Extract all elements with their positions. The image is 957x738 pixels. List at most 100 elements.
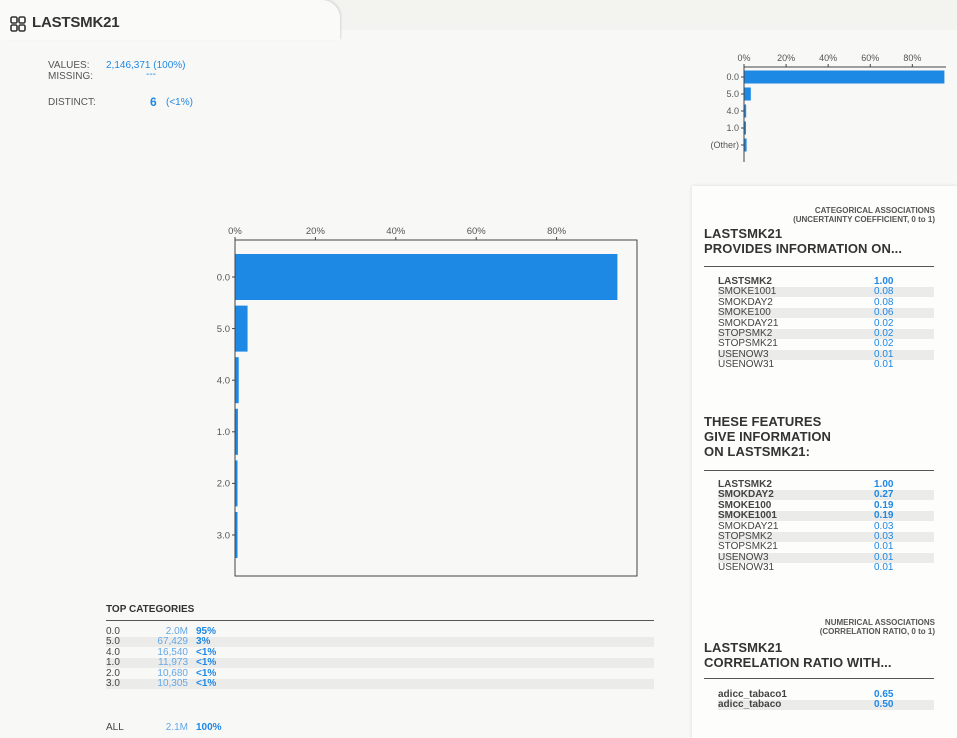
distinct-label: DISTINCT: xyxy=(48,97,96,108)
x-tick-label: 0% xyxy=(737,53,750,63)
x-tick-label: 0% xyxy=(228,226,242,237)
association-name: adicc_tabaco xyxy=(718,699,782,711)
corr-title: LASTSMK21 CORRELATION RATIO WITH... xyxy=(704,640,892,670)
association-value: 0.19 xyxy=(874,510,894,522)
category-label: 0.0 xyxy=(217,272,230,283)
category-row: 1.0 11,973 <1% xyxy=(106,657,654,669)
distinct-count: 6 xyxy=(150,95,157,109)
page-title: LASTSMK21 xyxy=(32,14,120,31)
category-key: 5.0 xyxy=(106,636,120,648)
category-label: 2.0 xyxy=(217,479,230,490)
category-label: (Other) xyxy=(710,140,739,150)
x-tick-label: 20% xyxy=(777,53,795,63)
category-key: 3.0 xyxy=(106,678,120,689)
association-name: USENOW31 xyxy=(718,562,775,574)
x-tick-label: 80% xyxy=(903,53,921,63)
association-value: 0.06 xyxy=(874,307,894,319)
association-name: SMOKE1001 xyxy=(718,510,777,522)
categorical-header: CATEGORICAL ASSOCIATIONS (UNCERTAINTY CO… xyxy=(793,206,935,224)
category-pct: 3% xyxy=(196,636,211,648)
missing-value: --- xyxy=(146,69,156,80)
category-pct: <1% xyxy=(196,657,217,669)
x-tick-label: 40% xyxy=(386,226,406,237)
x-tick-label: 20% xyxy=(306,226,326,237)
x-tick-label: 60% xyxy=(467,226,487,237)
category-pct: <1% xyxy=(196,678,217,689)
association-row: SMOKE1001 0.19 xyxy=(718,510,934,522)
association-row: adicc_tabaco 0.50 xyxy=(718,699,934,711)
category-label: 3.0 xyxy=(217,530,230,541)
category-label: 0.0 xyxy=(726,72,739,82)
top-categories-title: TOP CATEGORIES xyxy=(106,604,195,615)
bar xyxy=(235,357,239,404)
associations-card: CATEGORICAL ASSOCIATIONS (UNCERTAINTY CO… xyxy=(692,186,957,738)
association-row: USENOW31 0.01 xyxy=(718,360,934,370)
bar xyxy=(235,305,248,352)
category-row: 3.0 10,305 <1% xyxy=(106,679,654,689)
provides-divider xyxy=(704,266,934,267)
category-row: 2.0 10,680 <1% xyxy=(106,668,654,679)
missing-label: MISSING: xyxy=(48,71,94,82)
x-tick-label: 40% xyxy=(819,53,837,63)
association-value: 0.27 xyxy=(874,489,894,501)
bar xyxy=(744,138,747,152)
bar xyxy=(235,408,238,455)
association-row: STOPSMK21 0.01 xyxy=(718,542,934,552)
bar xyxy=(744,121,746,135)
bar xyxy=(235,460,238,507)
association-name: USENOW31 xyxy=(718,359,775,371)
category-label: 5.0 xyxy=(217,324,230,335)
association-value: 0.08 xyxy=(874,286,894,298)
category-count: 11,973 xyxy=(158,657,188,669)
category-row: 5.0 67,429 3% xyxy=(106,636,654,648)
category-label: 4.0 xyxy=(726,106,739,116)
x-tick-label: 80% xyxy=(547,226,567,237)
grid-icon xyxy=(10,16,26,32)
numerical-header: NUMERICAL ASSOCIATIONS (CORRELATION RATI… xyxy=(819,618,935,636)
association-name: SMOKDAY2 xyxy=(718,489,774,501)
provides-title: LASTSMK21 PROVIDES INFORMATION ON... xyxy=(704,226,903,256)
association-row: USENOW31 0.01 xyxy=(718,563,934,573)
x-tick-label: 60% xyxy=(861,53,879,63)
bar xyxy=(744,104,747,118)
association-row: SMOKDAY2 0.27 xyxy=(718,489,934,501)
values-label: VALUES: xyxy=(48,60,90,71)
category-label: 1.0 xyxy=(726,123,739,133)
bar xyxy=(235,254,618,300)
all-row: ALL 2.1M 100% xyxy=(106,723,654,733)
all-pct: 100% xyxy=(196,722,222,733)
association-value: 0.50 xyxy=(874,699,894,711)
category-label: 1.0 xyxy=(217,427,230,438)
gives-title: THESE FEATURES GIVE INFORMATION ON LASTS… xyxy=(704,414,832,459)
feature-tab[interactable]: LASTSMK21 xyxy=(0,0,340,40)
bar xyxy=(744,70,945,84)
association-name: STOPSMK21 xyxy=(718,338,778,350)
distinct-pct: (<1%) xyxy=(166,97,193,108)
category-key: 1.0 xyxy=(106,657,120,669)
category-count: 67,429 xyxy=(157,636,188,648)
association-value: 0.02 xyxy=(874,338,894,350)
mini-distribution-chart: 0% 20% 40% 60% 80% 0.0 5.0 4.0 1.0 (Other) xyxy=(710,53,946,162)
corr-divider xyxy=(704,678,934,679)
association-value: 0.01 xyxy=(874,562,894,574)
association-value: 0.01 xyxy=(874,541,894,553)
category-row: 4.0 16,540 <1% xyxy=(106,647,654,658)
association-value: 0.01 xyxy=(874,359,894,371)
association-row: STOPSMK21 0.02 xyxy=(718,339,934,349)
category-count: 10,305 xyxy=(157,678,188,689)
all-count: 2.1M xyxy=(165,722,188,733)
category-label: 5.0 xyxy=(726,89,739,99)
association-name: SMOKE100 xyxy=(718,307,771,319)
all-key: ALL xyxy=(106,722,124,733)
association-row: SMOKE1001 0.08 xyxy=(718,286,934,298)
association-name: STOPSMK21 xyxy=(718,541,778,553)
category-row: 0.0 2.0M 95% xyxy=(106,627,654,637)
bar xyxy=(235,512,238,558)
gives-divider xyxy=(704,470,934,471)
bar xyxy=(744,87,751,101)
association-name: SMOKE1001 xyxy=(718,286,777,298)
category-label: 4.0 xyxy=(217,376,230,387)
association-row: SMOKE100 0.06 xyxy=(718,307,934,319)
distribution-chart: 0% 20% 40% 60% 80% 0.0 5.0 4.0 1.0 2.0 3.0 xyxy=(217,226,638,577)
top-categories-divider xyxy=(106,620,654,621)
